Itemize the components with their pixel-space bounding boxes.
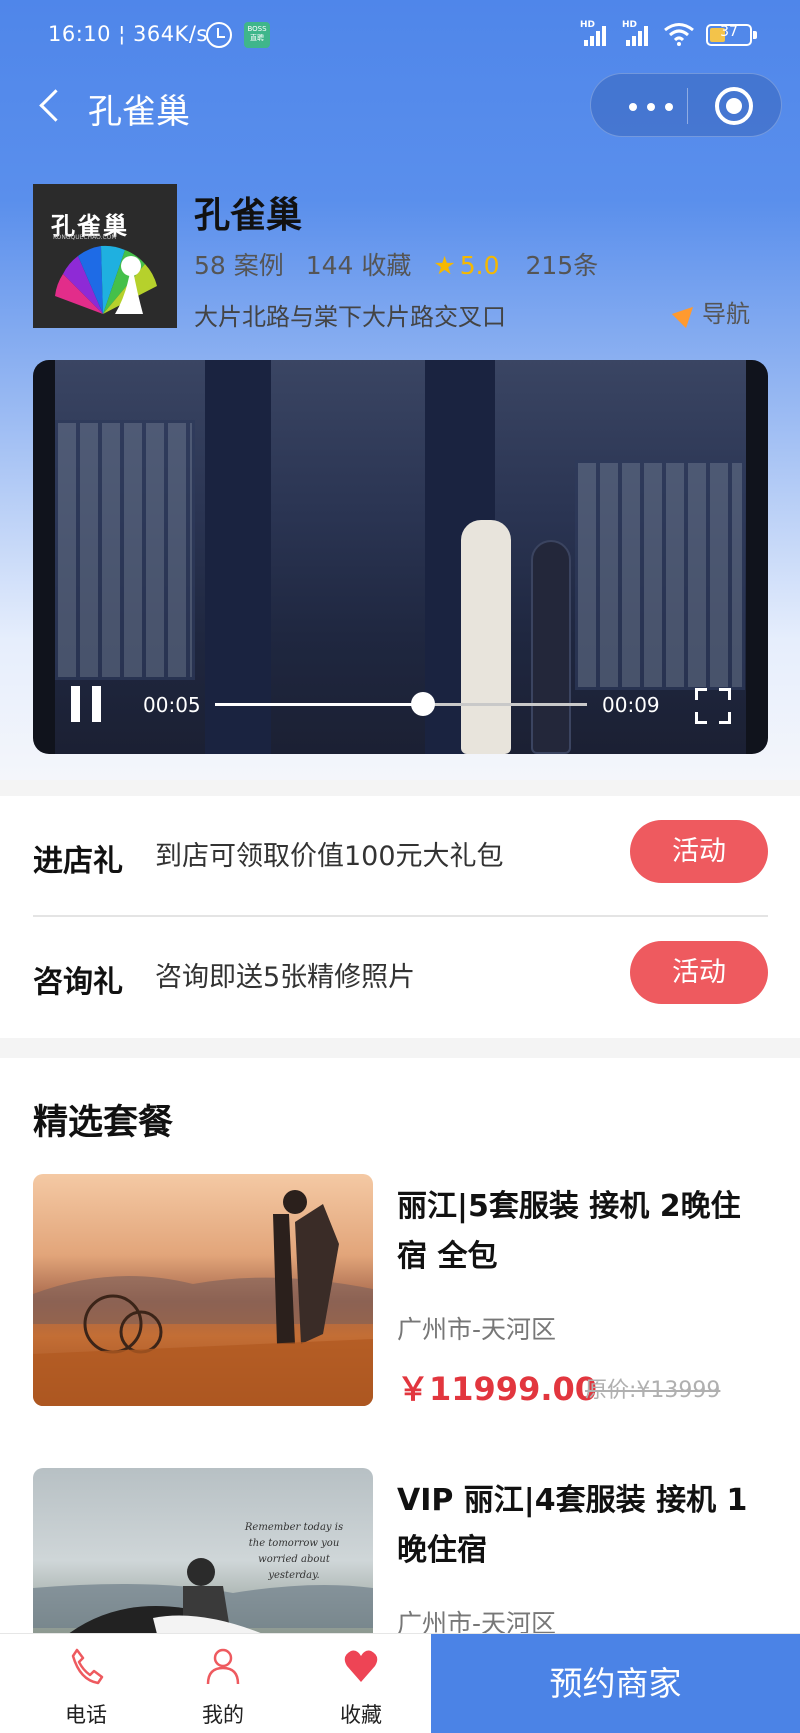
case-count[interactable]: 58 案例: [194, 251, 284, 280]
tab-favorite[interactable]: 收藏: [311, 1634, 411, 1733]
promotion-activity-button[interactable]: 活动: [630, 820, 768, 883]
photo-caption: Remember today is the tomorrow you worri…: [244, 1522, 344, 1581]
promotion-row: 咨询礼 咨询即送5张精修照片 活动: [33, 917, 768, 1038]
shop-stats: 58 案例 144 收藏 ★ 5.0 215条: [194, 246, 612, 282]
photo-illustration: [33, 1190, 373, 1406]
video-current-time: 00:05: [143, 693, 201, 717]
page-title: 孔雀巢: [88, 92, 190, 132]
video-progress-played: [215, 703, 424, 706]
signal-icon-2: [622, 24, 652, 46]
navigate-label: 导航: [702, 300, 750, 328]
promotion-row: 进店礼 到店可领取价值100元大礼包 活动: [33, 796, 768, 917]
video-progress-slider[interactable]: [215, 692, 587, 716]
heart-icon: [344, 1650, 378, 1682]
back-button[interactable]: [34, 88, 70, 124]
star-icon: ★: [433, 251, 456, 280]
tab-label: 我的: [202, 1703, 244, 1727]
shop-name: 孔雀巢: [194, 195, 303, 236]
fullscreen-icon[interactable]: [695, 688, 731, 724]
more-options-icon[interactable]: [619, 88, 689, 124]
user-icon: [206, 1648, 240, 1685]
phone-icon: [71, 1648, 104, 1685]
package-location: 广州市-天河区: [397, 1315, 557, 1344]
video-player[interactable]: 00:05 00:09: [33, 360, 768, 754]
battery-icon: 37: [706, 24, 757, 46]
close-mini-program-icon[interactable]: [715, 87, 753, 125]
tab-label: 电话: [65, 1703, 107, 1727]
promotion-label: 咨询礼: [33, 965, 123, 1000]
tab-mine[interactable]: 我的: [173, 1634, 273, 1733]
section-title: 精选套餐: [33, 1103, 174, 1143]
promotion-desc: 咨询即送5张精修照片: [155, 962, 416, 993]
video-total-time: 00:09: [602, 693, 660, 717]
shop-logo: 孔雀巢 KONGQUECHAO.COM: [33, 184, 177, 328]
package-thumbnail[interactable]: [33, 1174, 373, 1406]
promotion-desc: 到店可领取价值100元大礼包: [155, 841, 504, 872]
package-original-price: 原价:¥13999: [585, 1378, 721, 1403]
wifi-icon: [664, 23, 694, 46]
shop-address: 大片北路与棠下大片路交叉口: [194, 303, 506, 331]
boss-app-icon: BOSS 直聘: [244, 22, 270, 48]
signal-icon: [580, 24, 610, 46]
packages-section: 精选套餐 丽江|5套服装 接机 2晚住宿 全包 广州市-天河区 ￥11999.0…: [0, 1058, 800, 1733]
status-time: 16:10 ¦ 364K/s: [48, 22, 208, 46]
package-name: VIP 丽江|4套服装 接机 1晚住宿: [397, 1483, 748, 1568]
review-count[interactable]: 215条: [525, 251, 598, 280]
promotions-section: 进店礼 到店可领取价值100元大礼包 活动 咨询礼 咨询即送5张精修照片 活动: [0, 796, 800, 1038]
book-merchant-button[interactable]: 预约商家: [431, 1634, 800, 1733]
favorite-count: 144 收藏: [305, 251, 412, 280]
capsule-divider: [687, 88, 688, 124]
peacock-icon: [55, 245, 157, 314]
status-bar: 16:10 ¦ 364K/s BOSS 直聘 HD HD 37: [0, 0, 800, 70]
rating-value: 5.0: [459, 251, 500, 280]
promotion-activity-button[interactable]: 活动: [630, 941, 768, 1004]
package-card[interactable]: 丽江|5套服装 接机 2晚住宿 全包 广州市-天河区 ￥11999.00 原价:…: [33, 1174, 768, 1408]
pause-button[interactable]: [71, 686, 101, 722]
alarm-icon: [206, 22, 232, 48]
tab-phone[interactable]: 电话: [36, 1634, 136, 1733]
location-arrow-icon: [671, 299, 701, 329]
tab-label: 收藏: [340, 1703, 382, 1727]
package-price: ￥11999.00: [397, 1370, 598, 1408]
package-name: 丽江|5套服装 接机 2晚住宿 全包: [397, 1189, 741, 1274]
mini-program-capsule: [590, 73, 782, 137]
navigate-button[interactable]: 导航: [671, 294, 750, 329]
promotion-label: 进店礼: [33, 844, 123, 879]
